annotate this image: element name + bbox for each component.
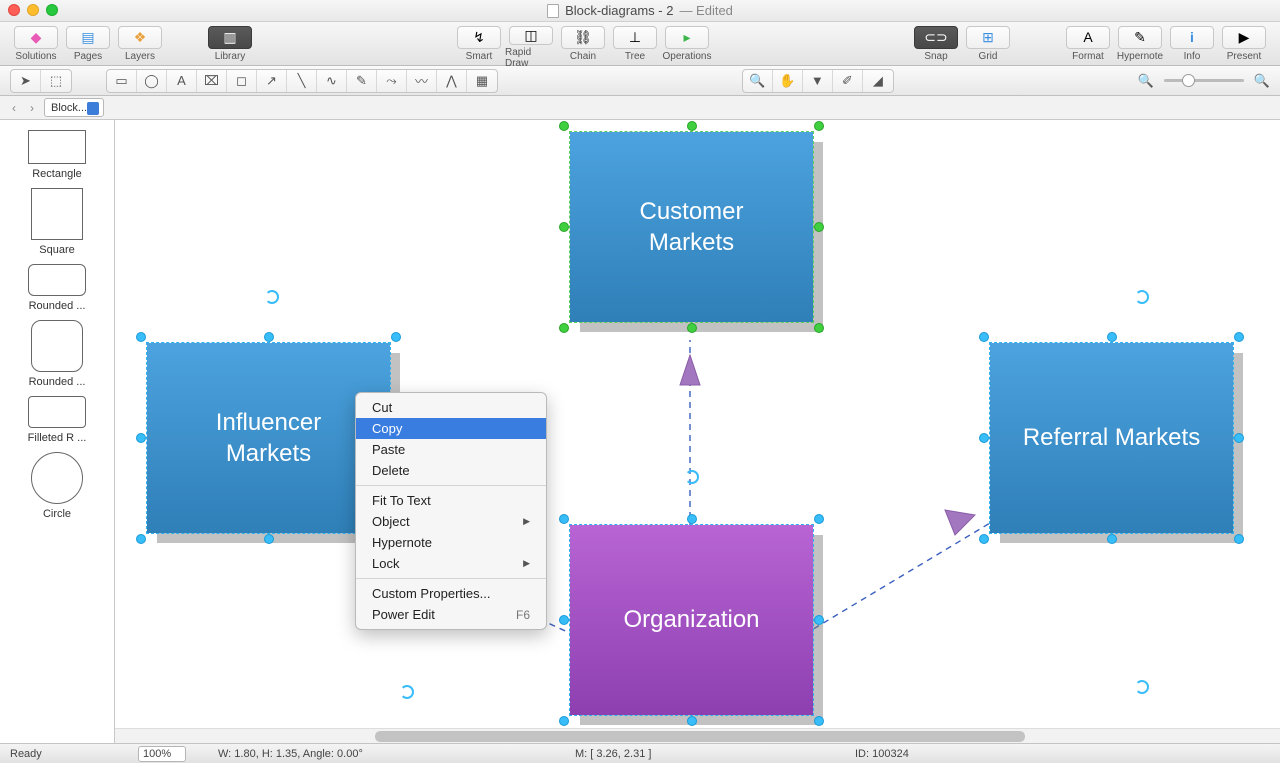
status-bar: Ready 100% W: 1.80, H: 1.35, Angle: 0.00… [0, 743, 1280, 763]
brush-tool[interactable]: ✎ [347, 70, 377, 92]
rotation-handle-icon[interactable] [685, 470, 699, 484]
info-button[interactable]: iInfo [1166, 24, 1218, 64]
context-menu-fit-to-text[interactable]: Fit To Text [356, 490, 546, 511]
grid-button[interactable]: ⊞Grid [962, 24, 1014, 64]
hypernote-button[interactable]: ✎Hypernote [1114, 24, 1166, 64]
rotation-handle-icon[interactable] [1135, 680, 1149, 694]
arrow-tool[interactable]: ↗ [257, 70, 287, 92]
callout-tool[interactable]: ◻ [227, 70, 257, 92]
eraser-tool[interactable]: ◢ [863, 70, 893, 92]
minimize-button[interactable] [27, 4, 39, 16]
textbox-tool[interactable]: ⌧ [197, 70, 227, 92]
line-tool[interactable]: ╲ [287, 70, 317, 92]
node-label: Referral Markets [1023, 422, 1200, 453]
smart-button[interactable]: ↯Smart [453, 24, 505, 64]
context-menu-delete[interactable]: Delete [356, 460, 546, 481]
marquee-tool[interactable]: ⬚ [41, 70, 71, 92]
node-customer-markets[interactable]: CustomerMarkets [570, 132, 813, 322]
tree-button[interactable]: ⊥Tree [609, 24, 661, 64]
document-title: Block-diagrams - 2 — Edited [547, 3, 733, 18]
zoom-slider[interactable]: 🔍 🔍 [1138, 73, 1270, 89]
context-menu-power-edit[interactable]: Power EditF6 [356, 604, 546, 625]
node-referral-markets[interactable]: Referral Markets [990, 343, 1233, 533]
nav-back-button[interactable]: ‹ [6, 99, 22, 117]
snap-button[interactable]: ⊂⊃Snap [910, 24, 962, 64]
shape-rounded-square[interactable]: Rounded ... [0, 320, 114, 388]
curve-tool[interactable]: ∿ [317, 70, 347, 92]
rotation-handle-icon[interactable] [1135, 290, 1149, 304]
document-icon [547, 4, 559, 18]
status-ready: Ready [10, 748, 42, 760]
shape-square[interactable]: Square [0, 188, 114, 256]
pan-tool[interactable]: ✋ [773, 70, 803, 92]
horizontal-scrollbar[interactable] [115, 728, 1280, 743]
context-menu-paste[interactable]: Paste [356, 439, 546, 460]
window-titlebar: Block-diagrams - 2 — Edited [0, 0, 1280, 22]
text-tool[interactable]: A [167, 70, 197, 92]
rect-tool[interactable]: ▭ [107, 70, 137, 92]
page-breadcrumb: ‹ › Block... [0, 96, 1280, 120]
polyline-tool[interactable]: ⋀ [437, 70, 467, 92]
status-mouse: M: [ 3.26, 2.31 ] [575, 748, 651, 760]
node-label: Organization [623, 604, 759, 635]
shapes-sidebar: Rectangle Square Rounded ... Rounded ...… [0, 120, 115, 743]
shape-rounded-rect[interactable]: Rounded ... [0, 264, 114, 312]
pointer-tool[interactable]: ➤ [11, 70, 41, 92]
close-button[interactable] [8, 4, 20, 16]
context-menu-lock[interactable]: Lock [356, 553, 546, 574]
node-label: CustomerMarkets [639, 196, 743, 258]
title-edited: — Edited [679, 3, 732, 18]
status-dimensions: W: 1.80, H: 1.35, Angle: 0.00° [218, 748, 363, 760]
nav-forward-button[interactable]: › [24, 99, 40, 117]
context-menu-custom-properties-[interactable]: Custom Properties... [356, 583, 546, 604]
solutions-button[interactable]: ◆Solutions [10, 24, 62, 64]
layers-button[interactable]: ❖Layers [114, 24, 166, 64]
chain-button[interactable]: ⛓Chain [557, 24, 609, 64]
zoom-select[interactable]: 100% [138, 748, 186, 760]
maximize-button[interactable] [46, 4, 58, 16]
table-tool[interactable]: ▦ [467, 70, 497, 92]
window-controls [8, 4, 58, 16]
eyedropper-tool[interactable]: ✐ [833, 70, 863, 92]
rotation-handle-icon[interactable] [400, 685, 414, 699]
context-menu: CutCopyPasteDelete Fit To TextObjectHyper… [355, 392, 547, 630]
pages-button[interactable]: ▤Pages [62, 24, 114, 64]
tool-strip: ➤ ⬚ ▭ ◯ A ⌧ ◻ ↗ ╲ ∿ ✎ ⤳ 〰 ⋀ ▦ 🔍 ✋ ▼ ✐ ◢ … [0, 66, 1280, 96]
title-filename: Block-diagrams - 2 [565, 3, 673, 18]
main-toolbar: ◆Solutions ▤Pages ❖Layers ▥Library ↯Smar… [0, 22, 1280, 66]
node-label: InfluencerMarkets [216, 407, 321, 469]
ellipse-tool[interactable]: ◯ [137, 70, 167, 92]
rotation-handle-icon[interactable] [265, 290, 279, 304]
zoom-tool[interactable]: 🔍 [743, 70, 773, 92]
stamp-tool[interactable]: ▼ [803, 70, 833, 92]
context-menu-cut[interactable]: Cut [356, 397, 546, 418]
shape-filleted-rect[interactable]: Filleted R ... [0, 396, 114, 444]
present-button[interactable]: ▶Present [1218, 24, 1270, 64]
library-button[interactable]: ▥Library [204, 24, 256, 64]
rapid-draw-button[interactable]: ◫Rapid Draw [505, 24, 557, 64]
status-id: ID: 100324 [855, 748, 909, 760]
context-menu-object[interactable]: Object [356, 511, 546, 532]
node-influencer-markets[interactable]: InfluencerMarkets [147, 343, 390, 533]
format-button[interactable]: AFormat [1062, 24, 1114, 64]
connector-tool[interactable]: ⤳ [377, 70, 407, 92]
canvas[interactable]: CustomerMarkets InfluencerMarkets Referr… [115, 120, 1280, 743]
spline-tool[interactable]: 〰 [407, 70, 437, 92]
page-selector[interactable]: Block... [44, 98, 104, 117]
context-menu-hypernote[interactable]: Hypernote [356, 532, 546, 553]
shape-circle[interactable]: Circle [0, 452, 114, 520]
zoom-in-icon[interactable]: 🔍 [1254, 73, 1270, 89]
zoom-out-icon[interactable]: 🔍 [1138, 73, 1154, 89]
context-menu-copy[interactable]: Copy [356, 418, 546, 439]
operations-button[interactable]: ▸Operations [661, 24, 713, 64]
shape-rectangle[interactable]: Rectangle [0, 130, 114, 180]
node-organization[interactable]: Organization [570, 525, 813, 715]
